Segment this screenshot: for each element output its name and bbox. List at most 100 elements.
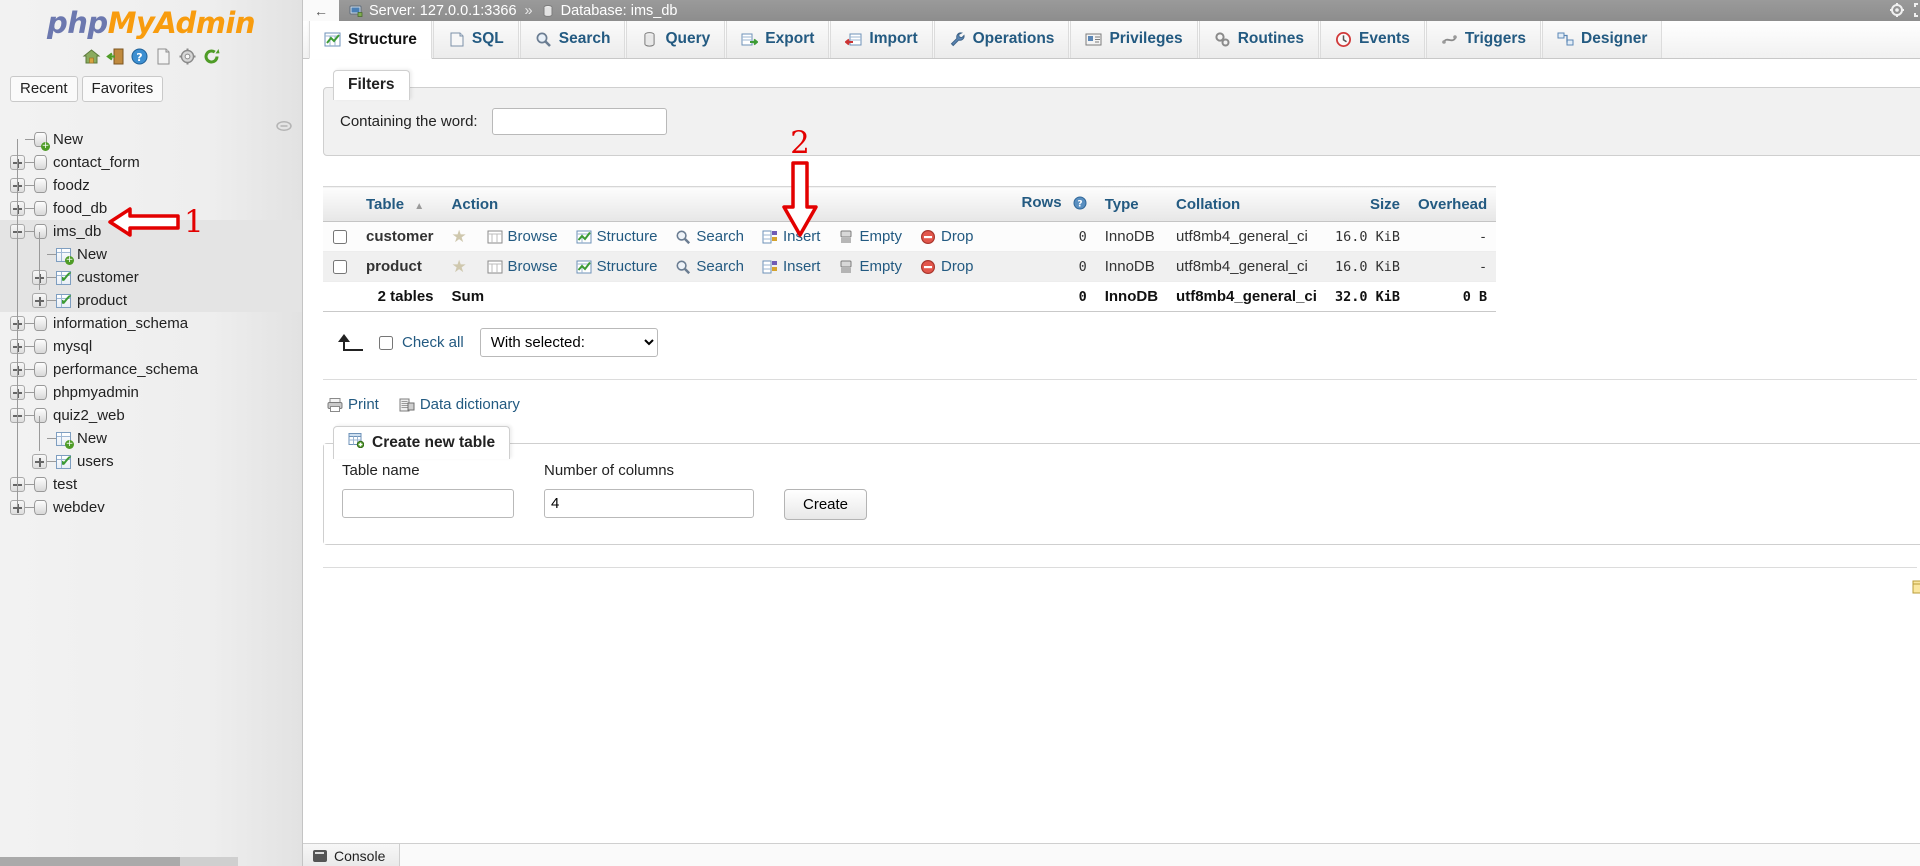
favorites-tab[interactable]: Favorites [81,76,164,102]
tree-node-label: New [53,131,84,148]
action-drop[interactable]: Drop [920,258,974,275]
check-all-control[interactable]: Check all [379,334,464,351]
database-icon [34,201,47,216]
tree-node-product[interactable]: ✓ product [0,289,302,312]
tree-node-new[interactable]: New [0,128,302,151]
back-button[interactable]: ← [303,0,339,21]
create-button[interactable]: Create [784,489,868,520]
tree-connector [25,162,34,163]
collation-cell: utf8mb4_general_ci [1167,251,1326,282]
tree-node-test[interactable]: test [0,473,302,496]
sidebar-quick-tabs: Recent Favorites [0,66,302,106]
logout-icon[interactable] [105,47,125,66]
column-header-type[interactable]: Type [1095,186,1168,222]
breadcrumb-database-label[interactable]: Database: ims_db [561,3,678,19]
action-structure[interactable]: Structure [576,258,657,275]
tree-node-foodz[interactable]: foodz [0,174,302,197]
page-settings-icon[interactable] [1912,580,1920,594]
tab-import[interactable]: Import [830,20,933,58]
tree-node-ims-db[interactable]: ims_db [0,220,302,243]
containing-word-input[interactable] [491,108,667,135]
column-header-rows[interactable]: Rows ? [1012,186,1096,222]
tree-node-quiz2-web[interactable]: quiz2_web [0,404,302,427]
settings-gear-icon[interactable] [178,47,197,66]
table-name-cell[interactable]: product [357,251,443,282]
column-label-rows: Rows [1021,194,1062,211]
row-checkbox[interactable] [333,260,347,275]
tree-node-new[interactable]: + New [0,427,302,450]
search-icon [675,229,691,245]
action-search[interactable]: Search [675,228,744,245]
column-header-table[interactable]: Table ▲ [357,186,443,222]
tree-connector [25,185,34,186]
fullscreen-icon[interactable] [1913,2,1920,22]
documentation-icon[interactable] [154,47,173,66]
action-browse[interactable]: Browse [487,228,558,245]
tree-node-performance-schema[interactable]: performance_schema [0,358,302,381]
tab-structure[interactable]: Structure [309,21,432,59]
check-all-label[interactable]: Check all [402,334,464,351]
breadcrumb-bar: ← Server: 127.0.0.1:3366 » Database: ims… [303,0,1920,21]
with-selected-select[interactable]: With selected: [479,328,658,357]
tree-node-phpmyadmin[interactable]: phpmyadmin [0,381,302,404]
reload-icon[interactable] [202,47,221,66]
tree-node-information-schema[interactable]: information_schema [0,312,302,335]
sidebar-horizontal-scrollbar[interactable] [0,857,238,866]
database-icon [34,339,47,354]
favorite-star-icon[interactable]: ★ [452,228,469,245]
action-insert[interactable]: Insert [762,228,821,245]
row-checkbox[interactable] [333,230,347,245]
action-drop[interactable]: Drop [920,228,974,245]
action-browse[interactable]: Browse [487,258,558,275]
new-table-icon: + [56,431,74,449]
tree-node-mysql[interactable]: mysql [0,335,302,358]
phpmyadmin-logo[interactable]: phpMyAdmin [0,0,302,40]
rows-help-icon[interactable]: ? [1073,196,1087,214]
tree-expand-icon[interactable] [32,293,47,308]
breadcrumb-server-label[interactable]: Server: 127.0.0.1:3366 [369,3,517,19]
favorite-star-icon[interactable]: ★ [452,258,469,275]
tree-node-webdev[interactable]: webdev [0,496,302,519]
database-icon [541,4,555,18]
check-all-checkbox[interactable] [379,335,393,350]
action-insert[interactable]: Insert [762,258,820,275]
data-dictionary-link[interactable]: Data dictionary [399,396,520,413]
filters-legend[interactable]: Filters [333,70,410,100]
tree-node-users[interactable]: ✓ users [0,450,302,473]
tree-node-contact-form[interactable]: contact_form [0,151,302,174]
console-toggle[interactable]: Console [303,844,401,866]
tree-node-new[interactable]: + New [0,243,302,266]
tab-triggers[interactable]: Triggers [1425,20,1542,58]
new-database-icon [34,132,50,151]
tab-privileges[interactable]: Privileges [1070,20,1198,58]
home-icon[interactable] [82,47,101,66]
help-icon[interactable]: ? [130,47,149,66]
column-header-collation[interactable]: Collation [1167,186,1326,222]
action-empty[interactable]: Empty [838,228,902,245]
tab-search[interactable]: Search [519,20,626,58]
print-link[interactable]: Print [327,396,379,413]
number-of-columns-input[interactable] [544,489,754,518]
table-name-cell[interactable]: customer [357,221,443,252]
tab-routines[interactable]: Routines [1198,20,1319,58]
tree-node-customer[interactable]: ✓ customer [0,266,302,289]
tab-sql[interactable]: SQL [432,20,519,58]
settings-gear-icon[interactable] [1889,2,1905,22]
tab-export[interactable]: Export [726,20,830,58]
tree-expand-icon[interactable] [32,454,47,469]
tree-node-food-db[interactable]: food_db [0,197,302,220]
create-table-legend[interactable]: Create new table [333,426,511,459]
action-empty[interactable]: Empty [838,258,902,275]
tab-designer[interactable]: Designer [1542,20,1663,58]
tab-operations[interactable]: Operations [933,20,1070,58]
tab-query[interactable]: Query [626,20,726,58]
column-header-overhead[interactable]: Overhead [1408,186,1497,222]
action-structure[interactable]: Structure [576,228,657,245]
action-search[interactable]: Search [675,258,744,275]
tab-events[interactable]: Events [1320,20,1425,58]
console-label: Console [334,847,386,864]
table-name-input[interactable] [342,489,514,518]
action-label: Insert [782,228,821,245]
column-header-size[interactable]: Size [1325,186,1409,222]
recent-tab[interactable]: Recent [10,76,78,102]
